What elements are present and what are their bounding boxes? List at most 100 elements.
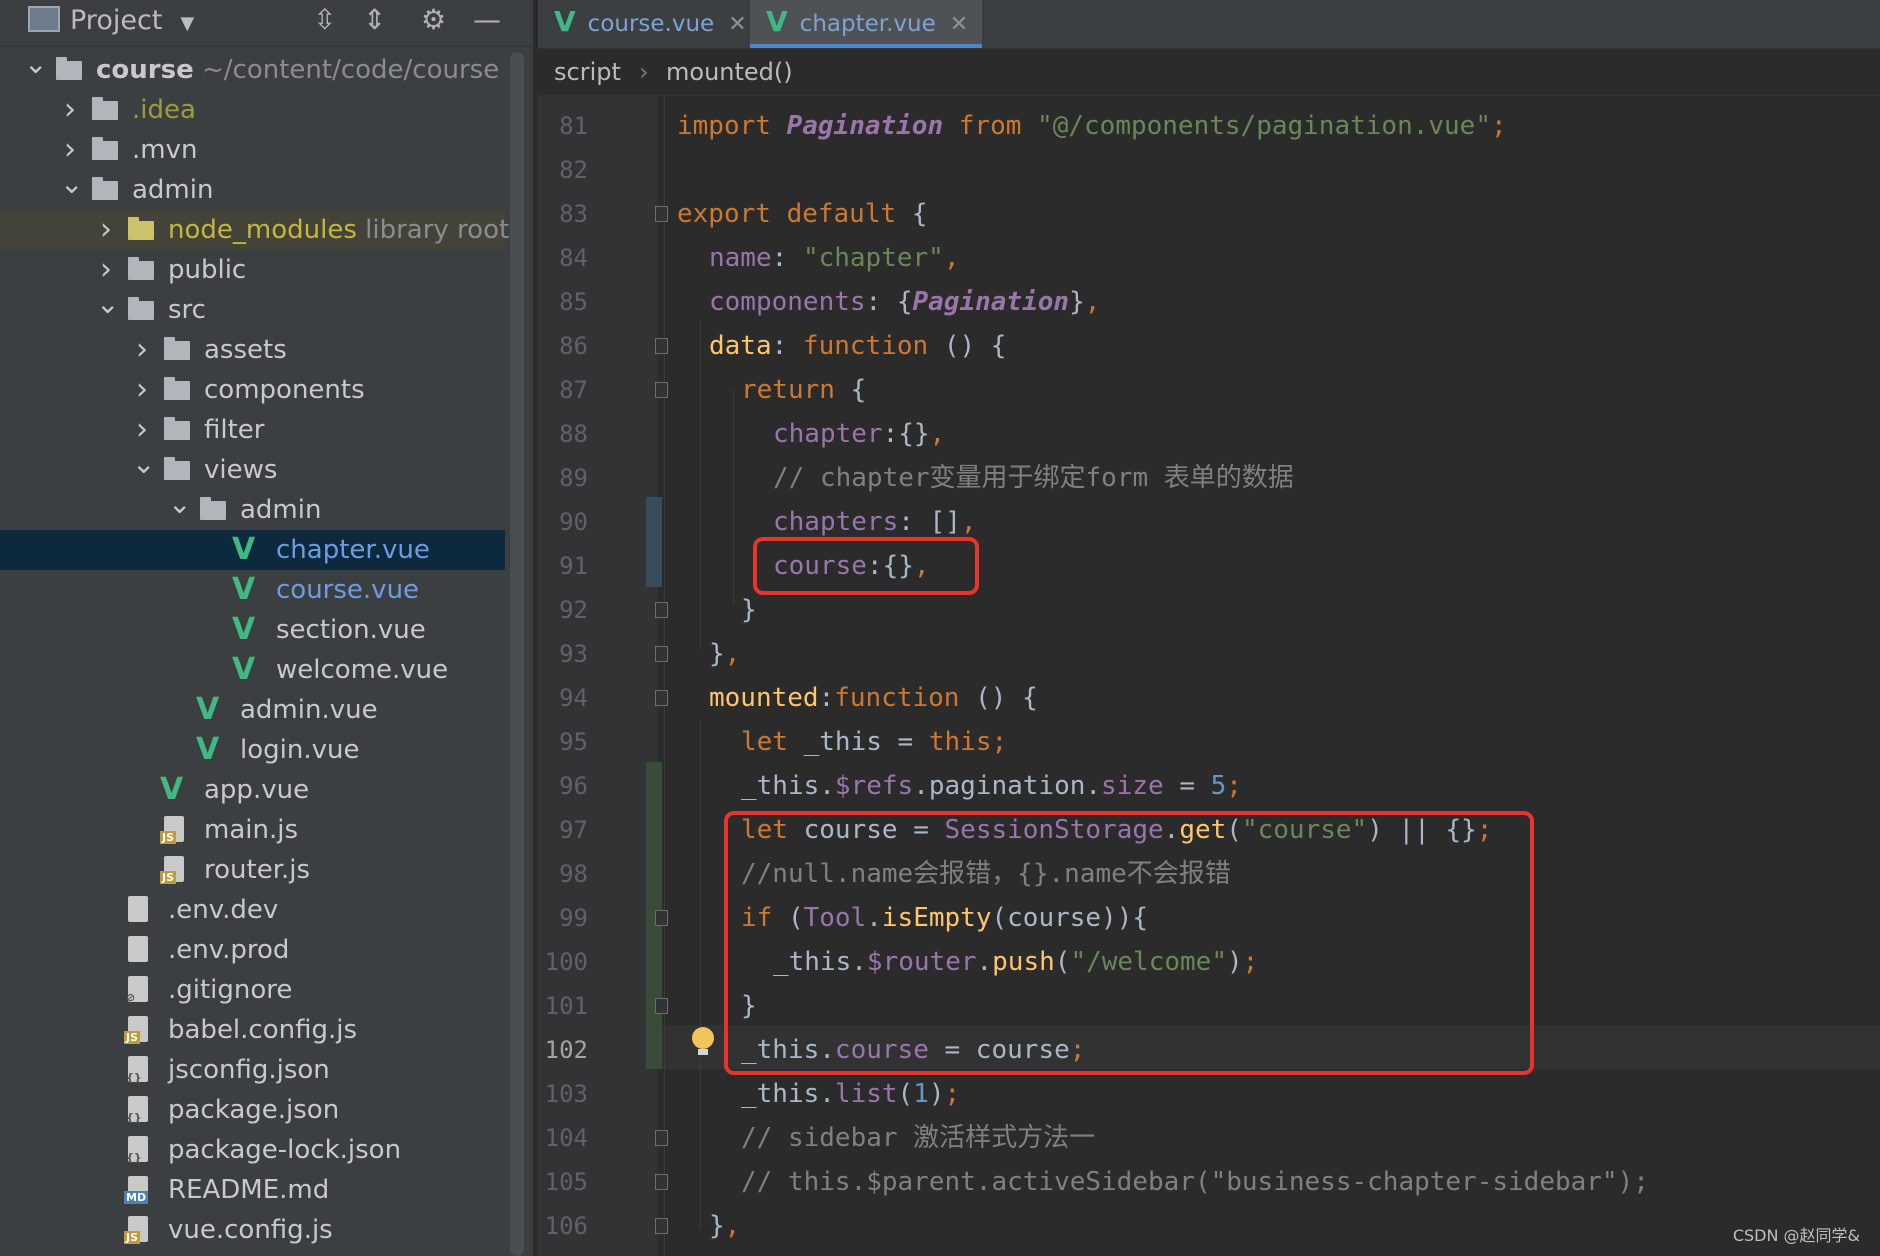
fold-marker[interactable]: [655, 602, 668, 618]
code-token: {: [850, 375, 867, 405]
vue-file-icon: V: [766, 5, 788, 38]
chevron-right-icon[interactable]: ›: [132, 370, 152, 410]
code-line: _this.list(1);: [741, 1072, 960, 1116]
fold-marker[interactable]: [655, 646, 668, 662]
tree-item-node-modules[interactable]: › node_modules library root: [0, 210, 509, 250]
code-token: _this.: [741, 771, 835, 801]
tree-item-env-dev[interactable]: .env.dev: [0, 890, 505, 930]
fold-marker[interactable]: [655, 1130, 668, 1146]
tree-item-readme-md[interactable]: MD README.md: [0, 1170, 505, 1210]
vue-file-icon: V: [196, 732, 220, 767]
js-file-icon: JS: [124, 1016, 148, 1044]
tree-item-course[interactable]: ⌄ course ~/content/code/course: [0, 50, 505, 90]
chevron-right-icon[interactable]: ›: [60, 130, 80, 170]
tree-item-filter[interactable]: › filter: [0, 410, 505, 450]
chevron-right-icon[interactable]: ›: [96, 210, 116, 250]
chevron-right-icon[interactable]: ›: [132, 330, 152, 370]
tab-course-vue[interactable]: Vcourse.vue ✕: [554, 0, 761, 48]
chevron-down-icon[interactable]: ⌄: [96, 290, 119, 330]
tree-item-main-js[interactable]: JS main.js: [0, 810, 505, 850]
tree-item-views[interactable]: ⌄ views: [0, 450, 505, 490]
tree-item-jsconfig-json[interactable]: {} jsconfig.json: [0, 1050, 505, 1090]
folder-icon: [92, 137, 118, 160]
tree-item-public[interactable]: › public: [0, 250, 505, 290]
code-token: 1: [913, 1079, 929, 1109]
tree-item-vue-config-js[interactable]: JS vue.config.js: [0, 1210, 505, 1250]
chevron-down-icon[interactable]: ⌄: [168, 490, 191, 530]
tree-item-admin[interactable]: ⌄ admin: [0, 490, 505, 530]
fold-marker[interactable]: [655, 338, 668, 354]
tree-item-course-vue[interactable]: Vcourse.vue: [0, 570, 505, 610]
vue-file-icon: V: [232, 572, 256, 607]
tree-item-src[interactable]: ⌄ src: [0, 290, 505, 330]
tree-item-section-vue[interactable]: Vsection.vue: [0, 610, 505, 650]
code-token: list: [834, 1079, 898, 1109]
code-line: export default {: [677, 192, 927, 236]
tree-item-welcome-vue[interactable]: Vwelcome.vue: [0, 650, 505, 690]
tree-item-label: .env.dev: [168, 895, 279, 925]
chevron-right-icon[interactable]: ›: [132, 410, 152, 450]
tree-item-idea[interactable]: › .idea: [0, 90, 505, 130]
annotation-box: [724, 811, 1534, 1075]
tab-label: chapter.vue: [799, 11, 936, 37]
tree-item-label: views: [204, 455, 278, 485]
tree-item-admin-vue[interactable]: Vadmin.vue: [0, 690, 505, 730]
tree-item-mvn[interactable]: › .mvn: [0, 130, 505, 170]
tree-item-router-js[interactable]: JS router.js: [0, 850, 505, 890]
chevron-down-icon[interactable]: ⌄: [24, 50, 47, 90]
folder-icon: [164, 417, 190, 440]
text-file-icon: [128, 896, 148, 922]
lightbulb-icon[interactable]: [692, 1027, 714, 1055]
close-icon[interactable]: ✕: [728, 12, 746, 37]
tree-item-chapter-vue[interactable]: Vchapter.vue: [0, 530, 505, 570]
tree-item-env-prod[interactable]: .env.prod: [0, 930, 505, 970]
close-icon[interactable]: ✕: [950, 12, 968, 37]
tab-chapter-vue[interactable]: Vchapter.vue ✕: [750, 0, 983, 48]
code-token: chapters: [773, 507, 899, 537]
fold-marker[interactable]: [655, 1218, 668, 1234]
tree-item-login-vue[interactable]: Vlogin.vue: [0, 730, 505, 770]
json-file-icon: {}: [126, 1136, 148, 1164]
file-type-badge: {}: [126, 1111, 142, 1124]
line-number: 82: [559, 156, 588, 184]
tree-item-babel-config-js[interactable]: JS babel.config.js: [0, 1010, 505, 1050]
chevron-down-icon[interactable]: ⌄: [132, 450, 155, 490]
breadcrumb-mounted[interactable]: mounted(): [666, 49, 793, 95]
code-token: : []: [898, 507, 961, 537]
project-icon: [28, 6, 60, 32]
file-type-badge: MD: [124, 1191, 149, 1204]
tree-item-gitignore[interactable]: ⊘ .gitignore: [0, 970, 505, 1010]
tree-item-label: course.vue: [276, 575, 420, 605]
tree-item-admin[interactable]: ⌄ admin: [0, 170, 505, 210]
code-line: import Pagination from "@/components/pag…: [677, 104, 1507, 148]
fold-marker[interactable]: [655, 998, 668, 1014]
fold-marker[interactable]: [655, 910, 668, 926]
breadcrumb-script[interactable]: script: [554, 49, 621, 95]
tree-item-label: components: [204, 375, 365, 405]
chevron-down-icon: ▼: [180, 13, 195, 34]
chevron-right-icon[interactable]: ›: [96, 250, 116, 290]
chevron-right-icon[interactable]: ›: [60, 90, 80, 130]
gear-icon[interactable]: ⚙: [421, 3, 446, 36]
tree-item-components[interactable]: › components: [0, 370, 505, 410]
code-line: mounted:function () {: [709, 676, 1038, 720]
fold-marker[interactable]: [655, 1174, 668, 1190]
tree-item-package-json[interactable]: {} package.json: [0, 1090, 505, 1130]
tree-item-assets[interactable]: › assets: [0, 330, 505, 370]
fold-marker[interactable]: [655, 382, 668, 398]
hide-panel-icon[interactable]: —: [473, 3, 501, 36]
breadcrumb: script › mounted(): [538, 49, 1880, 96]
sidebar-scrollbar[interactable]: [510, 52, 524, 1256]
code-token: data: [709, 331, 772, 361]
chevron-down-icon[interactable]: ⌄: [60, 170, 83, 210]
vue-file-icon: V: [232, 532, 256, 567]
markdown-file-icon: MD: [124, 1176, 149, 1204]
folder-icon: [164, 337, 190, 360]
project-view-selector[interactable]: Project ▼: [28, 5, 194, 36]
fold-marker[interactable]: [655, 690, 668, 706]
tree-item-app-vue[interactable]: Vapp.vue: [0, 770, 505, 810]
fold-marker[interactable]: [655, 206, 668, 222]
expand-all-icon[interactable]: ⇳: [313, 3, 336, 36]
collapse-all-icon[interactable]: ⇕: [363, 3, 386, 36]
tree-item-package-lock-json[interactable]: {} package-lock.json: [0, 1130, 505, 1170]
